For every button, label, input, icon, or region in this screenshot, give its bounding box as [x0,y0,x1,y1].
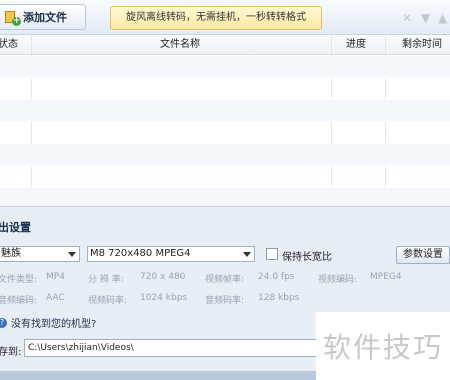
resolution-label: 分 辨 率: [88,275,124,285]
table-header: 状态 文件名称 进度 剩余时间 [0,35,450,55]
table-row [0,144,450,166]
close-icon[interactable]: ✕ [402,12,412,24]
table-row [0,166,450,188]
add-file-icon: + [5,10,21,26]
audio-codec-label: 音频编码: [0,296,38,306]
move-down-icon[interactable]: ▼ [421,12,430,24]
audio-bitrate-label: 音频码率: [205,296,245,306]
watermark: 软件技巧 [316,312,450,380]
table-row [0,56,450,78]
file-table: 状态 文件名称 进度 剩余时间 [0,34,450,210]
column-header-status[interactable]: 状态 [0,35,18,55]
device-select[interactable]: 魅族 [0,246,80,262]
audio-codec-value: AAC [46,293,65,303]
table-row [0,122,450,144]
file-type-label: 文件类型: [0,275,38,285]
keep-ratio-label: 保持长宽比 [282,252,332,263]
chevron-down-icon [243,252,251,257]
column-header-time-left[interactable]: 剩余时间 [402,35,442,55]
keep-ratio-checkbox[interactable] [266,248,278,260]
column-header-progress[interactable]: 进度 [346,35,366,55]
video-codec-value: MPEG4 [370,272,402,282]
settings-title: 出设置 [0,221,31,234]
table-row [0,78,450,100]
toolbar: + 添加文件 旋风离线转码，无需挂机，一秒转转格式 ✕ ▼ ▲ [0,0,450,34]
help-text: 没有找到您的机型? [11,319,97,330]
save-to-label: 存到: [0,347,22,358]
add-file-label: 添加文件 [23,11,67,24]
video-bitrate-label: 视频码率: [88,296,128,306]
save-path-input[interactable]: C:\Users\zhijian\Videos\ [24,339,324,357]
column-header-file-name[interactable]: 文件名称 [160,35,200,55]
frame-rate-label: 视频帧率: [205,275,245,285]
format-select-value: M8 720x480 MPEG4 [90,248,191,259]
chevron-down-icon [68,252,76,257]
device-select-value: 魅族 [1,248,21,259]
video-bitrate-value: 1024 kbps [140,293,188,303]
find-device-help-link[interactable]: ? 没有找到您的机型? [0,315,96,330]
resolution-value: 720 x 480 [140,272,186,282]
video-codec-label: 视频编码: [318,275,358,285]
promo-banner[interactable]: 旋风离线转码，无需挂机，一秒转转格式 [110,6,322,30]
audio-bitrate-value: 128 kbps [258,293,300,303]
frame-rate-value: 24.0 fps [258,272,295,282]
params-settings-button[interactable]: 参数设置 [396,246,450,264]
table-row [0,100,450,122]
add-file-button[interactable]: + 添加文件 [0,4,86,30]
file-list [0,56,450,210]
format-select[interactable]: M8 720x480 MPEG4 [87,246,255,262]
help-icon: ? [0,317,7,328]
move-up-icon[interactable]: ▲ [438,12,447,24]
file-type-value: MP4 [46,272,65,282]
